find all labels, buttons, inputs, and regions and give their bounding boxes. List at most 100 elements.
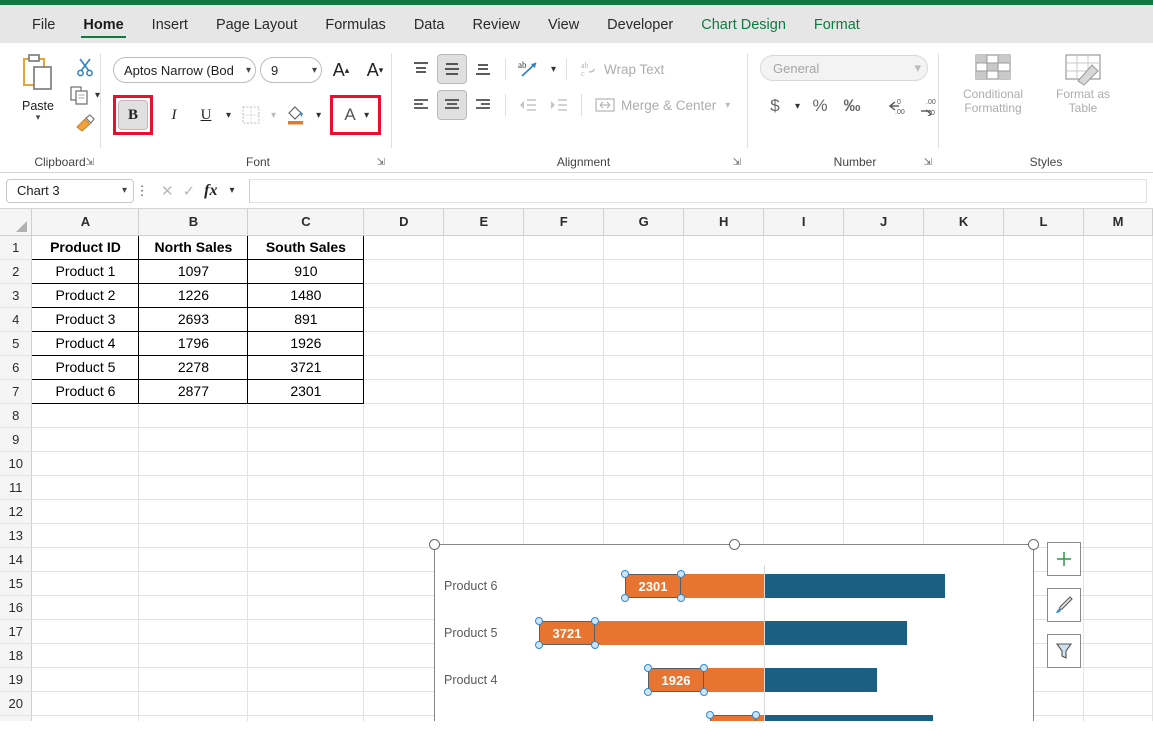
percent-format-button[interactable]: % bbox=[805, 91, 835, 121]
paste-button[interactable]: Paste ▾ bbox=[10, 53, 66, 122]
column-header-e[interactable]: E bbox=[443, 209, 525, 236]
cell-k4[interactable] bbox=[923, 307, 1005, 332]
cell-e3[interactable] bbox=[443, 283, 525, 308]
cell-b8[interactable] bbox=[138, 403, 249, 428]
ribbon-tab-file[interactable]: File bbox=[18, 11, 69, 37]
enter-icon[interactable]: ✓ bbox=[183, 182, 196, 200]
cell-m4[interactable] bbox=[1083, 307, 1153, 332]
cell-b2[interactable]: 1097 bbox=[138, 258, 249, 284]
row-header-10[interactable]: 10 bbox=[0, 451, 33, 476]
cell-l6[interactable] bbox=[1003, 355, 1084, 380]
cell-e2[interactable] bbox=[443, 259, 525, 284]
cell-m1[interactable] bbox=[1083, 235, 1153, 260]
row-header-6[interactable]: 6 bbox=[0, 355, 33, 380]
cell-m5[interactable] bbox=[1083, 331, 1153, 356]
ribbon-tab-data[interactable]: Data bbox=[400, 11, 459, 37]
cell-d6[interactable] bbox=[363, 355, 445, 380]
cell-b3[interactable]: 1226 bbox=[138, 282, 249, 308]
cell-h3[interactable] bbox=[683, 283, 765, 308]
chart-data-label-product6[interactable]: 2301 bbox=[625, 574, 681, 598]
ribbon-tab-format[interactable]: Format bbox=[800, 11, 874, 37]
cell-a7[interactable]: Product 6 bbox=[31, 378, 140, 404]
cell-g2[interactable] bbox=[603, 259, 685, 284]
cell-f2[interactable] bbox=[523, 259, 605, 284]
cell-j6[interactable] bbox=[843, 355, 925, 380]
chevron-down-icon[interactable]: ▾ bbox=[361, 110, 372, 121]
cell-e5[interactable] bbox=[443, 331, 525, 356]
row-header-9[interactable]: 9 bbox=[0, 427, 33, 452]
chart-resize-handle-top-left[interactable] bbox=[429, 539, 440, 550]
column-header-i[interactable]: I bbox=[763, 209, 845, 236]
label-handle[interactable] bbox=[700, 688, 708, 696]
decrease-decimal-button[interactable]: 0 .00 bbox=[881, 91, 911, 121]
conditional-formatting-button[interactable]: Conditional Formatting bbox=[951, 53, 1035, 115]
cell-f6[interactable] bbox=[523, 355, 605, 380]
align-middle-button[interactable] bbox=[437, 54, 467, 84]
chevron-down-icon[interactable]: ▾ bbox=[122, 185, 127, 196]
cell-b6[interactable]: 2278 bbox=[138, 354, 249, 380]
label-handle[interactable] bbox=[644, 688, 652, 696]
cell-a14[interactable] bbox=[31, 547, 140, 572]
cell-j1[interactable] bbox=[843, 235, 925, 260]
cell-j3[interactable] bbox=[843, 283, 925, 308]
ribbon-tab-page-layout[interactable]: Page Layout bbox=[202, 11, 311, 37]
chevron-down-icon[interactable]: ▾ bbox=[914, 60, 921, 76]
cell-k1[interactable] bbox=[923, 235, 1005, 260]
cell-i3[interactable] bbox=[763, 283, 845, 308]
align-right-button[interactable] bbox=[468, 90, 498, 120]
cell-f3[interactable] bbox=[523, 283, 605, 308]
cell-k2[interactable] bbox=[923, 259, 1005, 284]
cell-e4[interactable] bbox=[443, 307, 525, 332]
cell-i2[interactable] bbox=[763, 259, 845, 284]
align-top-button[interactable] bbox=[406, 54, 436, 84]
row-header-14[interactable]: 14 bbox=[0, 547, 33, 572]
cell-f1[interactable] bbox=[523, 235, 605, 260]
cell-a6[interactable]: Product 5 bbox=[31, 354, 140, 380]
column-header-f[interactable]: F bbox=[523, 209, 605, 236]
increase-indent-button[interactable] bbox=[544, 90, 574, 120]
cancel-icon[interactable]: ✕ bbox=[161, 182, 174, 200]
row-header-2[interactable]: 2 bbox=[0, 259, 33, 284]
cell-h5[interactable] bbox=[683, 331, 765, 356]
cell-a5[interactable]: Product 4 bbox=[31, 330, 140, 356]
align-bottom-button[interactable] bbox=[468, 54, 498, 84]
chart-resize-handle-top-right[interactable] bbox=[1028, 539, 1039, 550]
label-handle[interactable] bbox=[677, 570, 685, 578]
ribbon-tab-review[interactable]: Review bbox=[458, 11, 534, 37]
row-header-20[interactable]: 20 bbox=[0, 691, 33, 716]
row-header-7[interactable]: 7 bbox=[0, 379, 33, 404]
cell-d4[interactable] bbox=[363, 307, 445, 332]
insert-function-icon[interactable]: fx bbox=[204, 182, 217, 200]
name-box[interactable]: Chart 3 ▾ bbox=[6, 178, 134, 203]
column-header-a[interactable]: A bbox=[31, 209, 140, 236]
cell-f4[interactable] bbox=[523, 307, 605, 332]
cell-d3[interactable] bbox=[363, 283, 445, 308]
cell-a8[interactable] bbox=[31, 403, 140, 428]
cell-d1[interactable] bbox=[363, 235, 445, 260]
cell-c4[interactable]: 891 bbox=[247, 306, 365, 332]
row-header-15[interactable]: 15 bbox=[0, 571, 33, 596]
label-handle[interactable] bbox=[621, 570, 629, 578]
chart-bar-north-product4[interactable] bbox=[765, 668, 877, 692]
row-header-21[interactable]: 21 bbox=[0, 715, 33, 721]
cell-i5[interactable] bbox=[763, 331, 845, 356]
chevron-down-icon[interactable]: ▾ bbox=[223, 110, 234, 121]
cell-h2[interactable] bbox=[683, 259, 765, 284]
borders-button[interactable] bbox=[236, 100, 266, 130]
cell-g3[interactable] bbox=[603, 283, 685, 308]
cell-d2[interactable] bbox=[363, 259, 445, 284]
formula-input[interactable] bbox=[248, 178, 1147, 203]
cell-g4[interactable] bbox=[603, 307, 685, 332]
cell-a21[interactable] bbox=[31, 715, 140, 721]
cell-e6[interactable] bbox=[443, 355, 525, 380]
cell-d7[interactable] bbox=[363, 379, 445, 404]
column-header-d[interactable]: D bbox=[363, 209, 445, 236]
align-center-button[interactable] bbox=[437, 90, 467, 120]
ribbon-tab-formulas[interactable]: Formulas bbox=[311, 11, 399, 37]
row-header-12[interactable]: 12 bbox=[0, 499, 33, 524]
chevron-down-icon[interactable]: ▾ bbox=[792, 101, 803, 112]
cell-a19[interactable] bbox=[31, 667, 140, 692]
cell-i1[interactable] bbox=[763, 235, 845, 260]
comma-format-button[interactable]: ‰ bbox=[837, 91, 867, 121]
chevron-down-icon[interactable]: ▾ bbox=[243, 65, 251, 76]
